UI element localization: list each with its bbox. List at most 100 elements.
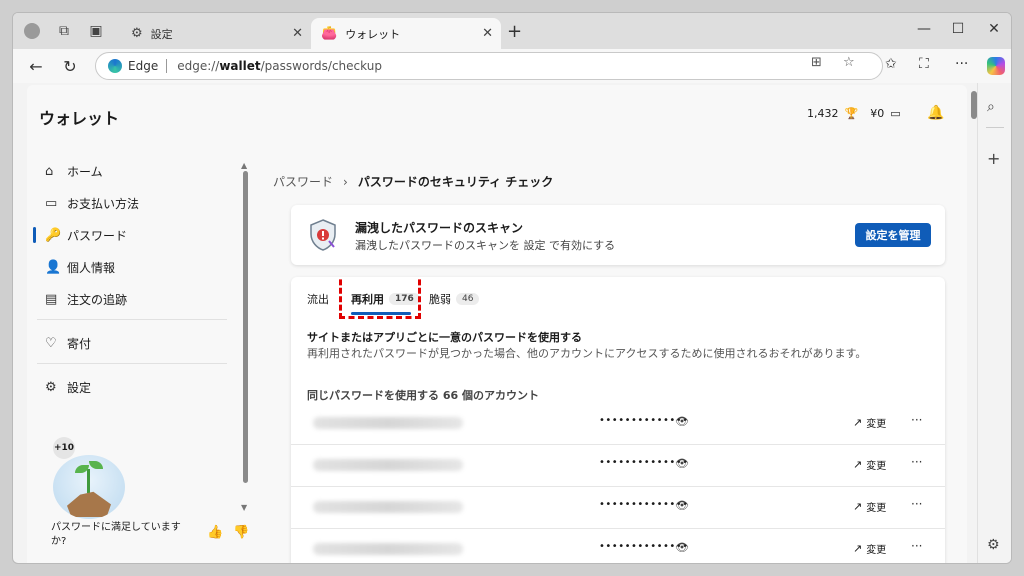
more-options-icon[interactable]: ··· [911,539,922,553]
tab-wallet[interactable]: 👛 ウォレット ✕ [311,18,501,49]
sidebar-item-label: パスワード [67,228,128,243]
sidebar-item-home[interactable]: ⌂ ホーム [45,161,103,181]
breadcrumb: パスワード › パスワードのセキュリティ チェック [273,173,553,190]
account-row[interactable]: •••••••••••••• 👁 ↗ 変更 ··· [291,529,945,563]
tab-label: ウォレット [345,27,401,41]
reuse-title: サイトまたはアプリごとに一意のパスワードを使用する [307,331,582,344]
page-scrollbar[interactable] [971,91,977,119]
add-icon[interactable]: + [987,149,1000,168]
edge-logo-icon [108,59,122,73]
minimize-button[interactable]: — [909,21,939,37]
person-icon: 👤 [45,259,62,275]
vertical-tabs-icon[interactable]: ▣ [85,20,107,42]
thumbs-up-icon[interactable]: 👍 [207,525,223,540]
more-menu-icon[interactable]: ··· [955,56,968,72]
favorites-icon[interactable]: ✩ [885,56,897,72]
eye-icon[interactable]: 👁 [675,415,689,428]
tab-label: 流出 [307,293,329,306]
sidebar-scrollbar[interactable] [243,171,248,483]
balance: ¥0 [870,107,885,120]
close-window-button[interactable]: ✕ [979,21,1009,37]
browser-window: ⧉ ▣ ⚙ 設定 ✕ 👛 ウォレット ✕ + — ☐ ✕ ← ↻ Edge ed… [12,12,1012,564]
wallet-page: ウォレット 1,432 🏆 ¥0 ▭ 🔔 ⌂ ホーム ▭ お支払い方法 🔑 パス… [27,85,967,563]
refresh-button[interactable]: ↻ [59,55,81,77]
scan-description: 漏洩したパスワードのスキャンを 設定 で有効にする [355,239,616,252]
scroll-down-icon[interactable]: ▼ [241,503,247,512]
tag-icon: ▭ [890,107,901,120]
close-icon[interactable]: ✕ [292,26,303,41]
rewards-status[interactable]: 1,432 🏆 ¥0 ▭ [807,107,907,120]
more-options-icon[interactable]: ··· [911,455,922,469]
annotation-highlight [339,277,421,319]
profile-icon[interactable] [21,20,43,42]
sidebar-divider [986,127,1004,128]
sidebar-item-label: ホーム [67,164,103,179]
tab-count: 46 [456,293,480,305]
sidebar-item-label: 設定 [67,380,92,395]
sidebar-item-personal-info[interactable]: 👤 個人情報 [45,257,115,277]
tab-leaked[interactable]: 流出 [307,291,329,307]
password-checkup-card: 流出 再利用 176 脆弱 46 サイトまたはアプリごとに一意のパスワードを使用… [291,277,945,563]
sidebar-item-passwords[interactable]: 🔑 パスワード [45,225,127,245]
address-brand: Edge [128,59,159,73]
shield-warning-icon [310,219,336,251]
sidebar-item-settings[interactable]: ⚙ 設定 [45,377,91,397]
change-password-link[interactable]: ↗ 変更 [853,415,886,430]
scan-title: 漏洩したパスワードのスキャン [355,221,524,235]
eye-icon[interactable]: 👁 [675,457,689,470]
account-row[interactable]: •••••••••••••• 👁 ↗ 変更 ··· [291,487,945,529]
tab-label: 脆弱 [429,293,451,306]
sidebar-item-order-tracking[interactable]: ▤ 注文の追跡 [45,289,127,309]
sidebar-item-payment[interactable]: ▭ お支払い方法 [45,193,139,213]
sidebar-item-label: 注文の追跡 [67,292,128,307]
blurred-account-name [313,459,463,471]
sidebar-item-label: 個人情報 [67,260,116,275]
address-bar[interactable]: Edge edge://wallet/passwords/checkup [95,52,883,80]
address-url: edge://wallet/passwords/checkup [177,59,382,73]
bell-icon[interactable]: 🔔 [927,105,944,121]
eye-icon[interactable]: 👁 [675,499,689,512]
change-password-link[interactable]: ↗ 変更 [853,457,886,472]
close-icon[interactable]: ✕ [482,26,493,41]
document-icon: ▤ [45,291,58,307]
breadcrumb-parent[interactable]: パスワード [273,173,333,190]
home-icon: ⌂ [45,163,54,179]
back-button[interactable]: ← [25,55,47,77]
scroll-up-icon[interactable]: ▲ [241,161,247,170]
toolbar: ← ↻ Edge edge://wallet/passwords/checkup… [13,49,1011,83]
leak-scan-card: 漏洩したパスワードのスキャン 漏洩したパスワードのスキャンを 設定 で有効にする… [291,205,945,265]
thumbs-down-icon[interactable]: 👎 [233,525,249,540]
tab-settings[interactable]: ⚙ 設定 ✕ [121,18,311,49]
gear-icon: ⚙ [131,26,143,41]
gear-icon[interactable]: ⚙ [987,537,1000,553]
external-link-icon: ↗ [853,500,863,513]
new-tab-button[interactable]: + [507,21,522,42]
account-row[interactable]: •••••••••••••• 👁 ↗ 変更 ··· [291,445,945,487]
blurred-account-name [313,417,463,429]
external-link-icon: ↗ [853,416,863,429]
trophy-icon: 🏆 [844,107,859,120]
survey-text: パスワードに満足していますか? [51,522,181,547]
maximize-button[interactable]: ☐ [943,21,973,37]
favorite-star-icon[interactable]: ☆ [843,55,855,70]
change-password-link[interactable]: ↗ 変更 [853,541,886,556]
screenshot-icon[interactable]: ⛶ [919,56,929,72]
account-row[interactable]: •••••••••••••• 👁 ↗ 変更 ··· [291,403,945,445]
app-available-icon[interactable]: ⊞ [811,55,822,70]
search-icon[interactable]: ⌕ [987,99,995,115]
sidebar-item-label: お支払い方法 [67,196,140,211]
manage-settings-button[interactable]: 設定を管理 [855,223,931,247]
workspaces-icon[interactable]: ⧉ [53,20,75,42]
more-options-icon[interactable]: ··· [911,413,922,427]
change-password-link[interactable]: ↗ 変更 [853,499,886,514]
chevron-right-icon: › [343,174,348,189]
tab-strip: ⧉ ▣ ⚙ 設定 ✕ 👛 ウォレット ✕ + — ☐ ✕ [13,13,1011,49]
tab-weak[interactable]: 脆弱 46 [429,291,480,307]
sidebar-item-donations[interactable]: ♡ 寄付 [45,333,91,353]
more-options-icon[interactable]: ··· [911,497,922,511]
active-indicator [33,227,36,243]
edge-sidebar: ⌕ + ⚙ [977,83,1011,563]
copilot-icon[interactable] [987,57,1005,75]
eye-icon[interactable]: 👁 [675,541,689,554]
card-icon: ▭ [45,195,58,211]
